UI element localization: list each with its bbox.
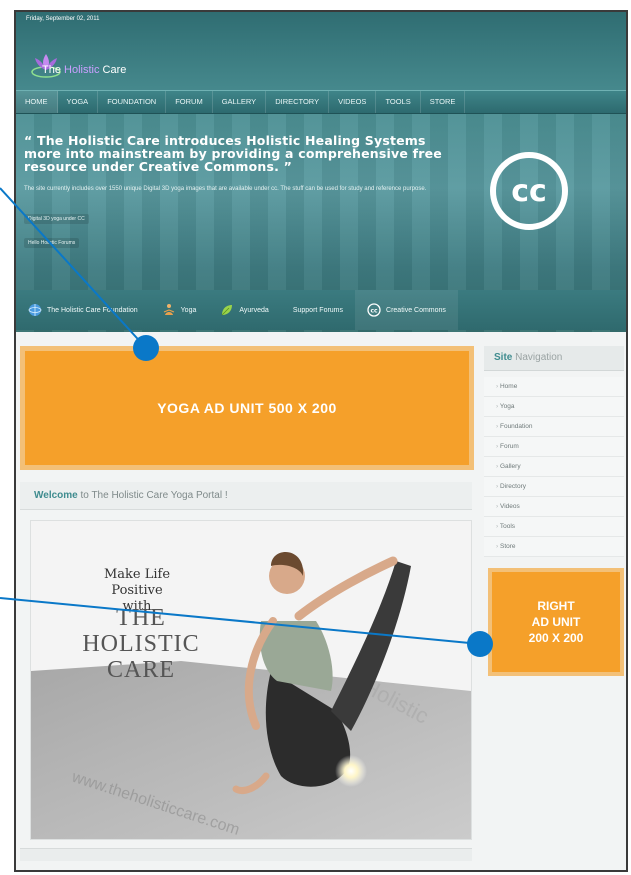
site-navigation-title-bold: Site [494, 352, 513, 363]
current-date: Friday, September 02, 2011 [26, 16, 100, 22]
feature-creative-commons-label: Creative Commons [386, 306, 446, 314]
feature-bar: The Holistic Care Foundation Yoga Ayurve… [16, 290, 626, 330]
hero-line-5: CARE [106, 657, 175, 683]
feature-creative-commons[interactable]: cc Creative Commons [355, 290, 458, 330]
svg-text:cc: cc [370, 307, 378, 314]
feature-ayurveda-label: Ayurveda [239, 306, 269, 314]
hero-quote: “ The Holistic Care introduces Holistic … [24, 133, 442, 174]
feature-support-forums[interactable]: Support Forums [281, 307, 355, 314]
globe-icon [28, 303, 42, 317]
main-nav: HOME YOGA FOUNDATION FORUM GALLERY DIREC… [16, 90, 626, 114]
sidebar-item-tools[interactable]: Tools [484, 517, 624, 537]
welcome-rest: to The Holistic Care Yoga Portal ! [77, 490, 228, 501]
logo-prefix: The [42, 64, 61, 76]
nav-yoga[interactable]: YOGA [58, 91, 99, 113]
yoga-ad-unit[interactable]: YOGA AD UNIT 500 X 200 [20, 346, 474, 470]
nav-forum[interactable]: FORUM [166, 91, 213, 113]
site-header: Friday, September 02, 2011 The Holistic … [16, 12, 626, 332]
sidebar-item-home[interactable]: Home [484, 377, 624, 397]
cc-icon: cc [367, 303, 381, 317]
content-area: YOGA AD UNIT 500 X 200 Welcome to The Ho… [16, 332, 626, 870]
feature-support-forums-label: Support Forums [292, 306, 344, 314]
site-description: The site currently includes over 1550 un… [24, 186, 427, 192]
link-holistic-forums[interactable]: Hello Holistic Forums [24, 238, 80, 248]
creative-commons-badge-icon[interactable]: cc [490, 152, 568, 230]
hero-line-1: Make Life Positive [103, 567, 171, 598]
right-ad-line-2: AD UNIT [531, 615, 581, 629]
feature-yoga[interactable]: Yoga [150, 303, 209, 317]
site-navigation-title-rest: Navigation [512, 352, 563, 363]
sidebar-item-foundation[interactable]: Foundation [484, 417, 624, 437]
sidebar-item-store[interactable]: Store [484, 537, 624, 557]
right-ad-line-3: 200 X 200 [528, 631, 584, 645]
nav-videos[interactable]: VIDEOS [329, 91, 377, 113]
sidebar-item-gallery[interactable]: Gallery [484, 457, 624, 477]
site-navigation-panel: Site Navigation Home Yoga Foundation For… [484, 346, 624, 557]
nav-directory[interactable]: DIRECTORY [266, 91, 330, 113]
meditation-icon [162, 303, 176, 317]
hero-line-4: HOLISTIC [82, 631, 200, 657]
yoga-ad-unit-label: YOGA AD UNIT 500 X 200 [157, 400, 337, 416]
content-footer-strip [20, 848, 472, 861]
hero-image: www.theholisticcare.com Holistic Make Li… [30, 520, 472, 840]
nav-foundation[interactable]: FOUNDATION [98, 91, 167, 113]
hero-line-3: THE [116, 605, 166, 631]
link-digital-3d-yoga[interactable]: Digital 3D yoga under CC [24, 214, 89, 224]
page-frame: Friday, September 02, 2011 The Holistic … [14, 10, 628, 872]
logo-accent: Holistic [64, 64, 100, 76]
sidebar-item-yoga[interactable]: Yoga [484, 397, 624, 417]
welcome-bold: Welcome [34, 490, 78, 501]
nav-tools[interactable]: TOOLS [376, 91, 421, 113]
nav-gallery[interactable]: GALLERY [213, 91, 267, 113]
sidebar-item-forum[interactable]: Forum [484, 437, 624, 457]
feature-ayurveda[interactable]: Ayurveda [208, 303, 280, 317]
feature-yoga-label: Yoga [180, 306, 197, 314]
nav-home[interactable]: HOME [16, 91, 58, 113]
hero-brand: THE HOLISTIC CARE [51, 605, 231, 683]
logo-suffix: Care [102, 64, 127, 76]
welcome-heading: Welcome to The Holistic Care Yoga Portal… [20, 482, 472, 510]
site-logo-text[interactable]: The Holistic Care [42, 64, 126, 76]
nav-store[interactable]: STORE [421, 91, 466, 113]
sidebar-item-directory[interactable]: Directory [484, 477, 624, 497]
site-navigation-list: Home Yoga Foundation Forum Gallery Direc… [484, 377, 624, 557]
right-ad-line-1: RIGHT [537, 599, 575, 613]
feature-foundation-label: The Holistic Care Foundation [47, 306, 138, 314]
leaf-icon [220, 303, 234, 317]
sidebar-item-videos[interactable]: Videos [484, 497, 624, 517]
feature-foundation[interactable]: The Holistic Care Foundation [16, 303, 150, 317]
site-navigation-title: Site Navigation [484, 346, 624, 371]
right-ad-unit[interactable]: RIGHT AD UNIT 200 X 200 [488, 568, 624, 676]
